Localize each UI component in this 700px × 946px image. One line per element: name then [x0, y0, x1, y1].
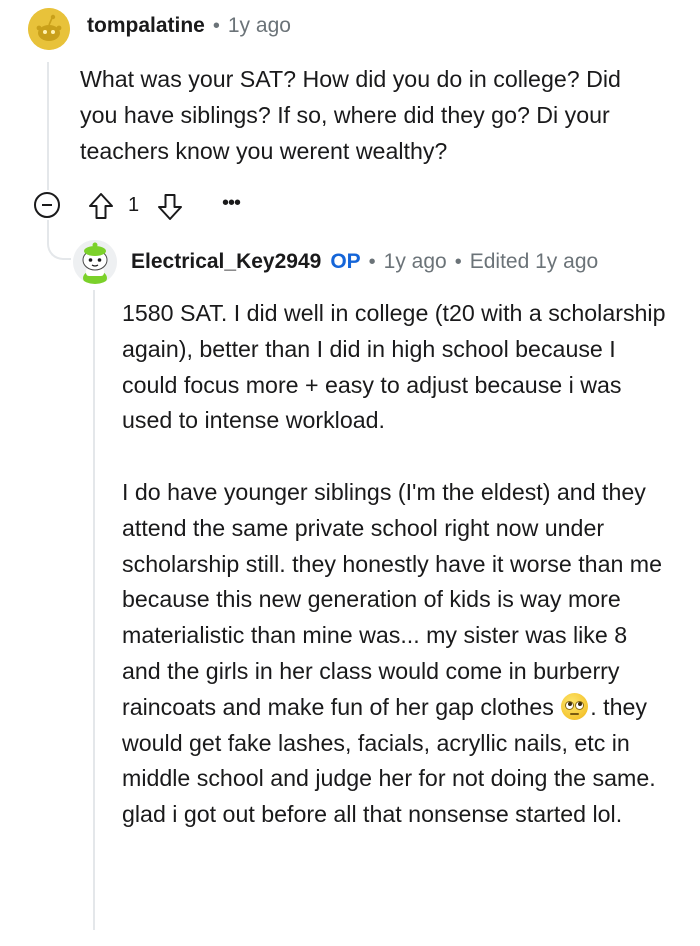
parent-comment-header: tompalatine • 1y ago [87, 14, 291, 38]
reply-paragraph-1: 1580 SAT. I did well in college (t20 wit… [122, 300, 666, 434]
reply-connector-line [47, 220, 71, 260]
reply-username[interactable]: Electrical_Key2949 [131, 250, 321, 274]
reply-comment-header: Electrical_Key2949 OP • 1y ago • Edited … [131, 250, 598, 274]
reply-time[interactable]: 1y ago [384, 250, 447, 274]
comment-text: What was your SAT? How did you do in col… [80, 66, 621, 164]
vote-count: 1 [128, 194, 140, 216]
separator-dot: • [454, 250, 462, 273]
downvote-arrow-icon[interactable] [157, 193, 183, 221]
separator-dot: • [212, 14, 220, 37]
reply-avatar[interactable] [73, 240, 117, 284]
username[interactable]: tompalatine [87, 14, 205, 38]
edited-label: Edited 1y ago [469, 250, 599, 273]
comment-time[interactable]: 1y ago [228, 14, 291, 38]
reply-thread-line [93, 290, 95, 930]
separator-dot: • [368, 250, 376, 273]
collapse-thread-icon[interactable] [34, 192, 60, 218]
rolling-eyes-emoji-icon [561, 692, 589, 720]
reply-paragraph-2-text: I do have younger siblings (I'm the elde… [122, 478, 663, 720]
parent-comment-body: What was your SAT? How did you do in col… [80, 62, 660, 169]
upvote-arrow-icon[interactable] [88, 192, 114, 220]
parent-thread-line [47, 62, 49, 190]
reply-comment-body: 1580 SAT. I did well in college (t20 wit… [122, 296, 670, 833]
reply-paragraph-2: I do have younger siblings (I'm the elde… [122, 475, 670, 833]
reddit-snoo-avatar-icon [28, 8, 70, 50]
avatar[interactable] [28, 8, 70, 50]
op-badge: OP [330, 250, 361, 273]
more-options-icon[interactable]: ••• [222, 192, 241, 215]
green-snoo-avatar-icon [73, 240, 117, 284]
